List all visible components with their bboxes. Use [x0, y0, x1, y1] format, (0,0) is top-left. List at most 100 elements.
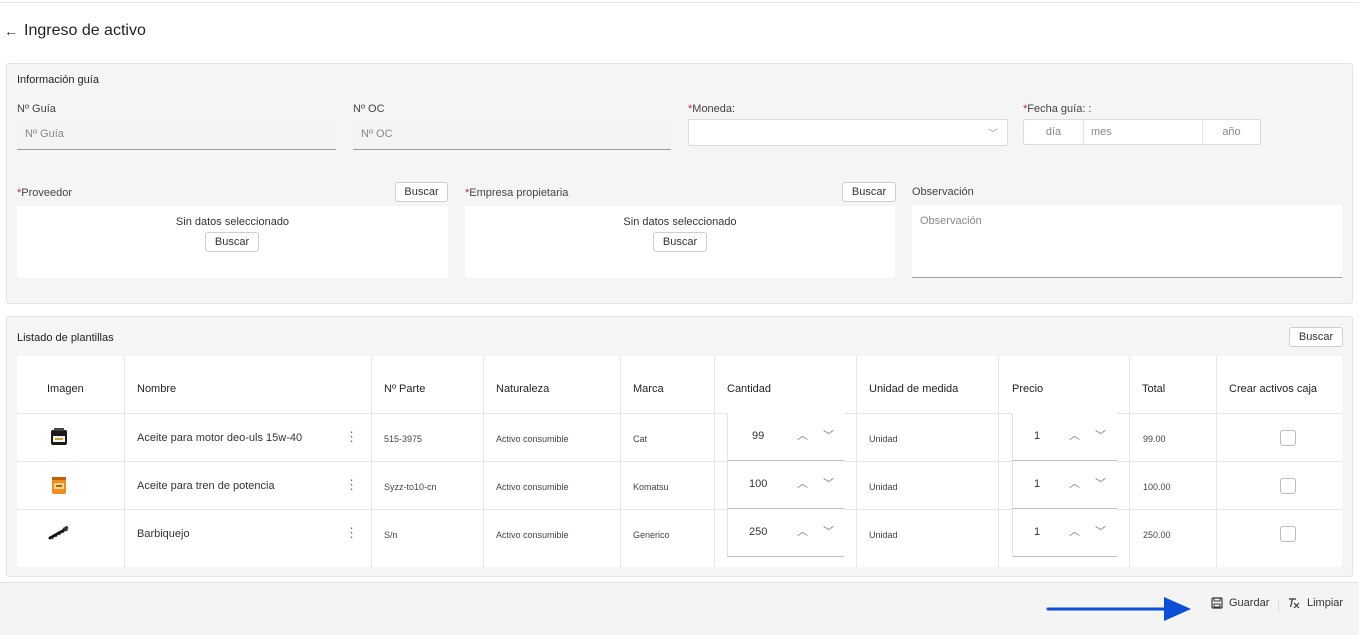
header-naturaleza: Naturaleza	[496, 383, 550, 395]
proveedor-label: *Proveedor	[17, 187, 73, 199]
row-marca: Komatsu	[633, 482, 669, 492]
save-icon	[1211, 597, 1223, 609]
header-cantidad: Cantidad	[727, 383, 772, 395]
plantillas-buscar-button[interactable]: Buscar	[1289, 327, 1343, 347]
row-divider	[17, 461, 1342, 462]
cantidad-value: 250	[749, 526, 768, 538]
page-title: Ingreso de activo	[24, 22, 146, 39]
moneda-label: *Moneda:	[688, 103, 736, 115]
header-crear-activos-caja: Crear activos caja	[1229, 383, 1318, 395]
empresa-empty-text: Sin datos seleccionado	[623, 216, 737, 228]
row-unidad: Unidad	[869, 434, 898, 444]
moneda-select[interactable]: ﹀	[688, 119, 1008, 146]
crear-caja-checkbox[interactable]	[1280, 478, 1296, 494]
oil-can-icon	[51, 428, 67, 445]
clear-format-icon	[1289, 598, 1300, 609]
row-n-parte: Syzz-to10-cn	[384, 482, 437, 492]
header-marca: Marca	[633, 383, 664, 395]
row-n-parte: S/n	[384, 530, 398, 540]
fecha-guia-picker: día mes año	[1023, 119, 1261, 145]
row-n-parte: 515-3975	[384, 434, 423, 444]
arrow-left-icon[interactable]: ←	[4, 24, 18, 38]
page-header: ← Ingreso de activo	[4, 22, 146, 40]
empresa-inner-buscar-button[interactable]: Buscar	[653, 232, 707, 252]
row-nombre: Aceite para tren de potencia	[137, 480, 275, 492]
limpiar-button[interactable]: Limpiar	[1287, 597, 1343, 609]
header-n-parte: Nº Parte	[384, 383, 426, 395]
fecha-dia-field[interactable]: día	[1024, 120, 1084, 144]
cantidad-value: 100	[749, 478, 768, 490]
n-guia-label: Nº Guía	[17, 103, 56, 115]
chevron-up-icon[interactable]: ︿	[1069, 523, 1080, 539]
more-vert-icon[interactable]: ⋮	[345, 429, 358, 445]
row-divider	[17, 413, 1342, 414]
more-vert-icon[interactable]: ⋮	[345, 477, 358, 493]
plantillas-section-title: Listado de plantillas	[17, 332, 114, 344]
header-total: Total	[1142, 383, 1166, 395]
guardar-label: Guardar	[1229, 597, 1270, 609]
chevron-up-icon[interactable]: ︿	[797, 427, 808, 443]
header-nombre: Nombre	[137, 383, 177, 395]
row-naturaleza: Activo consumible	[496, 482, 569, 492]
header-unidad-medida: Unidad de medida	[869, 383, 959, 395]
empresa-label: *Empresa propietaria	[465, 187, 569, 199]
row-naturaleza: Activo consumible	[496, 530, 569, 540]
row-total: 99.00	[1143, 434, 1166, 444]
chevron-down-icon[interactable]: ﹀	[1095, 475, 1106, 491]
top-divider	[0, 2, 1359, 3]
footer-divider	[1278, 600, 1279, 612]
chevron-up-icon[interactable]: ︿	[797, 475, 808, 491]
chevron-down-icon[interactable]: ﹀	[1095, 523, 1106, 539]
chevron-up-icon[interactable]: ︿	[797, 523, 808, 539]
n-oc-input[interactable]: Nº OC	[353, 119, 671, 150]
row-naturaleza: Activo consumible	[496, 434, 569, 444]
row-nombre: Aceite para motor deo-uls 15w-40	[137, 432, 303, 444]
proveedor-buscar-button[interactable]: Buscar	[395, 182, 448, 202]
proveedor-empty-text: Sin datos seleccionado	[175, 216, 290, 228]
empresa-selection-box: Sin datos seleccionado Buscar	[465, 206, 895, 278]
precio-stepper[interactable]: 1 ︿ ﹀	[1012, 413, 1117, 461]
guia-info-card: Información guía Nº Guía Nº Guía Nº OC N…	[6, 63, 1353, 304]
row-unidad: Unidad	[869, 530, 898, 540]
fecha-guia-label: *Fecha guía: :	[1023, 103, 1092, 115]
cantidad-stepper[interactable]: 99 ︿ ﹀	[727, 413, 844, 461]
n-guia-input[interactable]: Nº Guía	[17, 119, 336, 150]
chevron-down-icon: ﹀	[988, 129, 998, 140]
precio-stepper[interactable]: 1 ︿ ﹀	[1012, 509, 1117, 557]
precio-stepper[interactable]: 1 ︿ ﹀	[1012, 461, 1117, 509]
proveedor-inner-buscar-button[interactable]: Buscar	[205, 232, 259, 252]
chevron-down-icon[interactable]: ﹀	[823, 523, 834, 539]
cantidad-stepper[interactable]: 250 ︿ ﹀	[727, 509, 844, 557]
cantidad-stepper[interactable]: 100 ︿ ﹀	[727, 461, 844, 509]
more-vert-icon[interactable]: ⋮	[345, 525, 358, 541]
cantidad-value: 99	[752, 430, 765, 442]
plantillas-card: Listado de plantillas Buscar Imagen Nomb…	[6, 316, 1353, 577]
fecha-mes-field[interactable]: mes	[1084, 120, 1203, 144]
guia-section-title: Información guía	[17, 74, 99, 86]
chevron-up-icon[interactable]: ︿	[1069, 475, 1080, 491]
empresa-buscar-button[interactable]: Buscar	[842, 182, 896, 202]
oil-bucket-icon	[52, 477, 66, 494]
annotation-arrow-icon	[1046, 597, 1191, 621]
limpiar-label: Limpiar	[1307, 597, 1344, 609]
n-oc-label: Nº OC	[353, 103, 385, 115]
observacion-label: Observación	[912, 186, 974, 198]
precio-value: 1	[1034, 430, 1041, 442]
header-imagen: Imagen	[47, 383, 84, 395]
precio-value: 1	[1034, 478, 1041, 490]
plantillas-table: Imagen Nombre Nº Parte Naturaleza Marca …	[17, 356, 1342, 567]
row-marca: Generico	[633, 530, 670, 540]
header-precio: Precio	[1012, 383, 1044, 395]
crear-caja-checkbox[interactable]	[1280, 526, 1296, 542]
chin-strap-icon	[48, 525, 69, 540]
chevron-up-icon[interactable]: ︿	[1069, 427, 1080, 443]
crear-caja-checkbox[interactable]	[1280, 430, 1296, 446]
guardar-button[interactable]: Guardar	[1211, 597, 1269, 609]
row-divider	[17, 509, 1342, 510]
chevron-down-icon[interactable]: ﹀	[1095, 427, 1106, 443]
fecha-anio-field[interactable]: año	[1203, 120, 1260, 144]
precio-value: 1	[1034, 526, 1041, 538]
chevron-down-icon[interactable]: ﹀	[823, 427, 834, 443]
observacion-textarea[interactable]: Observación	[912, 205, 1342, 278]
chevron-down-icon[interactable]: ﹀	[823, 475, 834, 491]
